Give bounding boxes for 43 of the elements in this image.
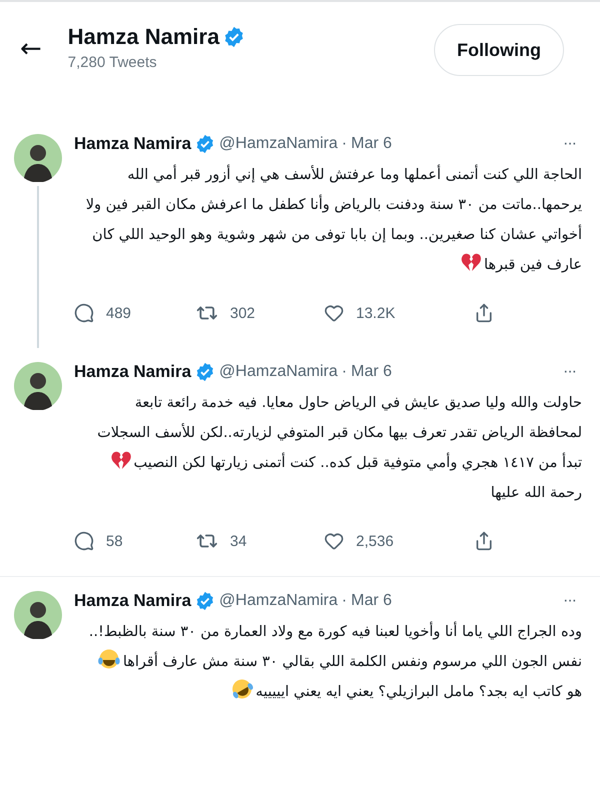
separator-dot: ·	[342, 592, 347, 610]
rolling-laugh-emoji-icon	[230, 678, 253, 700]
tweet-text: حاولت والله وليا صديق عايش في الرياض حاول معايا. فيه خدمة رائعة تابعة لمحافظة الرياض تقدر تعرف بيها مكان قبر المتوفي لزيارته..لكن للأسف السجلات تبدأ من ١٤١٧ هجري وأمي متوفية قبل كده.. كنت أتمنى زيارتها لكن النصيب رحمة الله عليها	[96, 394, 582, 503]
heart-icon	[324, 531, 344, 551]
tweet-count: 7,280 Tweets	[68, 54, 158, 71]
reply-button[interactable]: 489	[74, 302, 132, 324]
author-handle[interactable]: @HamzaNamira	[219, 363, 338, 381]
following-button[interactable]: Following	[434, 24, 564, 76]
tweet-text: الحاجة اللي كنت أتمنى أعملها وما عرفتش للأسف هي إني أزور قبر أمي الله يرحمها..ماتت من ٣٠ سنة ودفنت بالرياض وأنا كطفل ما اعرفش مكان القبر فين ولا أخواتي عشان كنا صغيرين.. وبما إن بابا توفى من شهر وشوية وهو الوحيد اللي كان عارف فين قبرها	[74, 160, 582, 280]
tweet-date[interactable]: Mar 6	[350, 363, 392, 381]
tweet-date[interactable]: Mar 6	[350, 592, 392, 610]
reply-icon	[74, 531, 94, 551]
retweet-button[interactable]: 34	[196, 530, 247, 552]
profile-name: Hamza Namira	[68, 24, 220, 50]
more-button[interactable]: ···	[557, 592, 582, 610]
share-icon	[474, 303, 494, 323]
broken-heart-icon	[460, 253, 481, 272]
author-name[interactable]: Hamza Namira	[74, 591, 192, 611]
author-name[interactable]: Hamza Namira	[74, 134, 192, 154]
heart-icon	[324, 303, 344, 323]
author-name[interactable]: Hamza Namira	[74, 362, 192, 382]
author-handle[interactable]: @HamzaNamira	[219, 592, 338, 610]
laughing-emoji-icon	[98, 648, 120, 670]
avatar[interactable]	[14, 362, 62, 410]
like-button[interactable]: 2,536	[324, 530, 394, 552]
avatar[interactable]	[14, 134, 62, 182]
share-button[interactable]	[474, 302, 494, 324]
broken-heart-icon	[110, 451, 131, 470]
share-icon	[474, 531, 494, 551]
like-button[interactable]: 13.2K	[324, 302, 396, 324]
share-button[interactable]	[474, 530, 494, 552]
separator-dot: ·	[342, 363, 347, 381]
author-handle[interactable]: @HamzaNamira	[219, 135, 338, 153]
back-button[interactable]: ←	[14, 32, 48, 66]
separator-dot: ·	[342, 135, 347, 153]
reply-button[interactable]: 58	[74, 530, 123, 552]
tweet-date[interactable]: Mar 6	[350, 135, 392, 153]
more-button[interactable]: ···	[557, 363, 582, 381]
more-button[interactable]: ···	[557, 135, 582, 153]
retweet-button[interactable]: 302	[196, 302, 256, 324]
reply-icon	[74, 303, 94, 323]
avatar[interactable]	[14, 591, 62, 639]
tweet-text: وده الجراج اللي ياما أنا وأخويا لعبنا فيه كورة مع ولاد العمارة من ٣٠ سنة بالظبط!.. نفس الجون اللي مرسوم ونفس الكلمة اللي بقالي ٣٠ سنة مش عارف أقراها هو كاتب ايه بجد؟ مامل البرازيلي؟ يعني ايه يعني ايييييه	[74, 617, 582, 707]
